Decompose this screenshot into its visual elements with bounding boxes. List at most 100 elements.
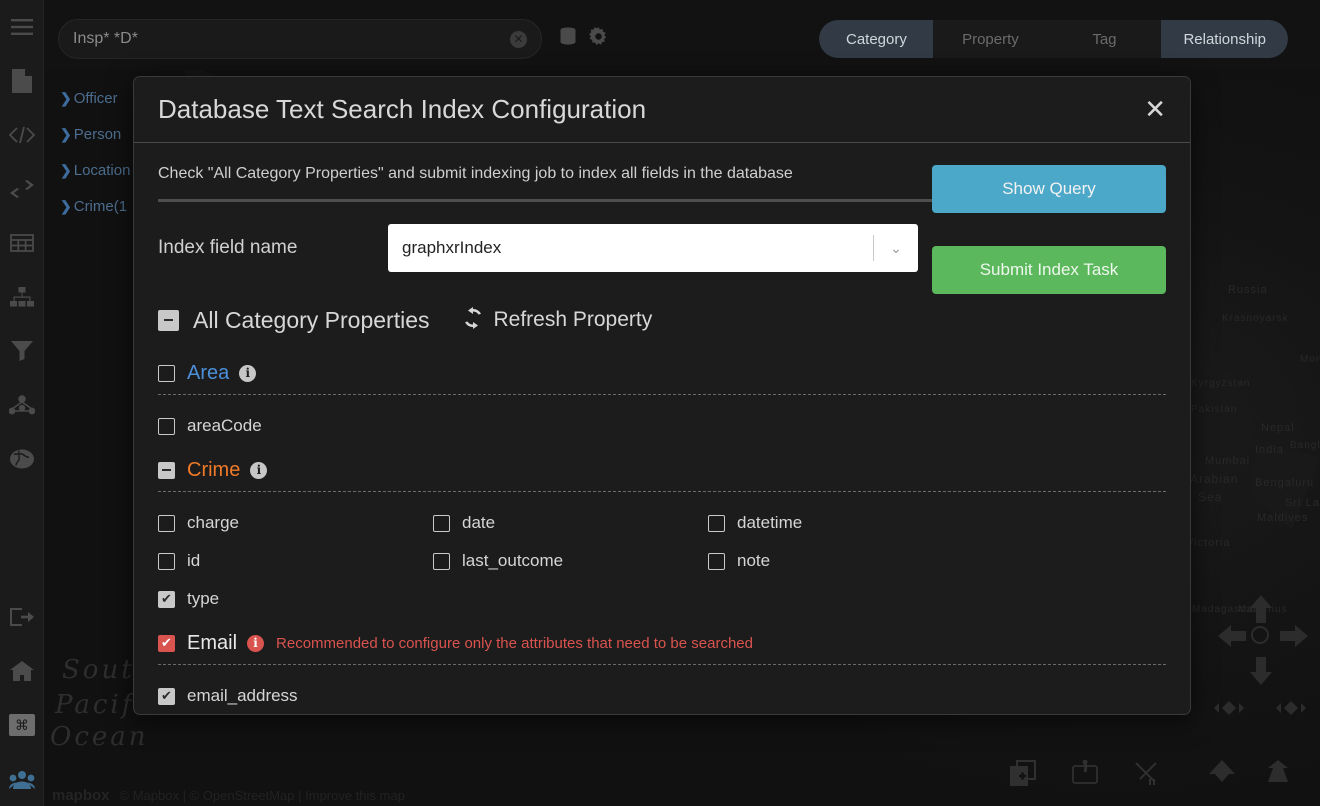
property-label: note <box>737 551 770 571</box>
property-checkbox-note[interactable] <box>708 553 725 570</box>
property-checkbox-type[interactable]: ✔ <box>158 591 175 608</box>
show-query-button[interactable]: Show Query <box>932 165 1166 213</box>
map-rotate-controls <box>1214 695 1306 726</box>
tab-relationship[interactable]: Relationship <box>1161 20 1288 58</box>
property-item[interactable]: ✔ email_address <box>158 677 433 715</box>
property-item[interactable]: datetime <box>708 504 983 542</box>
property-checkbox-email_address[interactable]: ✔ <box>158 688 175 705</box>
perspective-down-icon[interactable] <box>1205 760 1239 787</box>
property-checkbox-datetime[interactable] <box>708 515 725 532</box>
code-icon[interactable] <box>0 108 44 162</box>
home-icon[interactable] <box>0 644 44 698</box>
pan-up-arrow[interactable] <box>1250 595 1272 628</box>
property-item[interactable]: areaCode <box>158 407 433 445</box>
property-label: datetime <box>737 513 802 533</box>
rotate-left-icon[interactable] <box>1214 695 1244 726</box>
property-grid-email: ✔ email_address <box>158 665 1166 715</box>
map-label: Mongolia <box>1300 354 1320 365</box>
info-icon[interactable]: i <box>247 635 264 652</box>
property-item[interactable]: date <box>433 504 708 542</box>
refresh-property-label: Refresh Property <box>494 308 653 332</box>
map-label: Maldives <box>1257 512 1308 524</box>
map-label: Pakistan <box>1191 404 1237 415</box>
gear-icon[interactable] <box>589 27 608 51</box>
database-icon[interactable] <box>559 27 577 50</box>
index-field-select[interactable]: graphxrIndex ⌄ <box>388 224 918 272</box>
category-checkbox-email[interactable]: ✔ <box>158 635 175 652</box>
pan-right-arrow[interactable] <box>1280 625 1308 652</box>
tree-item-label: Crime(1 <box>74 198 127 215</box>
property-checkbox-charge[interactable] <box>158 515 175 532</box>
map-label: Arabian <box>1190 472 1238 486</box>
map-nav-pad <box>1218 595 1302 687</box>
draw-note-icon[interactable] <box>1072 760 1098 791</box>
tab-property[interactable]: Property <box>933 20 1047 58</box>
filter-icon[interactable] <box>0 324 44 378</box>
property-label: email_address <box>187 686 298 706</box>
hierarchy-icon[interactable] <box>0 270 44 324</box>
chevron-right-icon: ❯ <box>60 126 72 143</box>
rotate-right-icon[interactable] <box>1276 695 1306 726</box>
category-name: Crime <box>187 459 240 482</box>
table-icon[interactable] <box>0 216 44 270</box>
users-icon[interactable] <box>0 752 44 806</box>
index-configuration-dialog: Database Text Search Index Configuration… <box>133 76 1191 715</box>
property-checkbox-date[interactable] <box>433 515 450 532</box>
mapbox-logo[interactable]: mapbox <box>52 787 110 804</box>
document-icon[interactable] <box>0 54 44 108</box>
map-label: Kyrgyzstan <box>1191 378 1250 389</box>
property-grid-area: areaCode <box>158 395 1166 453</box>
property-label: last_outcome <box>462 551 563 571</box>
tab-category[interactable]: Category <box>819 20 933 58</box>
category-header-email: ✔EmailiRecommended to configure only the… <box>158 626 1166 660</box>
attribution-text[interactable]: © Mapbox | © OpenStreetMap | Improve thi… <box>120 788 405 803</box>
property-label: type <box>187 589 219 609</box>
left-rail: ⌘ <box>0 0 44 806</box>
chevron-right-icon: ❯ <box>60 162 72 179</box>
chevron-right-icon: ❯ <box>60 90 72 107</box>
property-checkbox-areaCode[interactable] <box>158 418 175 435</box>
property-item[interactable]: note <box>708 542 983 580</box>
category-header-crime: Crimei <box>158 453 1166 487</box>
command-icon[interactable]: ⌘ <box>0 698 44 752</box>
property-item[interactable]: charge <box>158 504 433 542</box>
refresh-property-button[interactable]: Refresh Property <box>462 307 653 334</box>
property-item[interactable]: last_outcome <box>433 542 708 580</box>
tab-tag[interactable]: Tag <box>1047 20 1161 58</box>
network-icon[interactable] <box>0 378 44 432</box>
map-label: Bangladesh <box>1290 440 1320 451</box>
map-attribution: mapbox © Mapbox | © OpenStreetMap | Impr… <box>52 787 405 804</box>
property-item[interactable]: id <box>158 542 433 580</box>
app-root: SouthPacificOceanRussiaKrasnoyarskMongol… <box>0 0 1320 806</box>
add-layer-icon[interactable] <box>1010 760 1036 791</box>
info-icon[interactable]: i <box>239 365 256 382</box>
map-label: Sea <box>1198 490 1222 504</box>
perspective-up-icon[interactable] <box>1261 760 1295 787</box>
hamburger-menu-icon[interactable] <box>0 0 44 54</box>
globe-icon[interactable] <box>0 432 44 486</box>
search-bar[interactable]: ✕ <box>58 19 542 59</box>
property-checkbox-last_outcome[interactable] <box>433 553 450 570</box>
property-item[interactable]: ✔ type <box>158 580 433 618</box>
logout-icon[interactable] <box>0 590 44 644</box>
clear-search-icon[interactable]: ✕ <box>510 31 527 48</box>
reset-bearing-button[interactable] <box>1251 626 1269 644</box>
category-checkbox-crime[interactable] <box>158 462 175 479</box>
map-label: Nepal <box>1261 422 1295 434</box>
pan-down-arrow[interactable] <box>1250 657 1272 690</box>
index-field-label: Index field name <box>158 237 388 259</box>
chevron-down-icon[interactable]: ⌄ <box>874 240 918 257</box>
view-tabs: CategoryPropertyTagRelationship <box>819 20 1288 58</box>
all-category-properties-checkbox[interactable] <box>158 310 179 331</box>
category-checkbox-area[interactable] <box>158 365 175 382</box>
close-icon[interactable]: ✕ <box>1144 97 1166 123</box>
cut-links-icon[interactable] <box>1134 760 1160 791</box>
search-input[interactable] <box>73 30 510 48</box>
submit-index-task-button[interactable]: Submit Index Task <box>932 246 1166 294</box>
info-icon[interactable]: i <box>250 462 267 479</box>
property-label: date <box>462 513 495 533</box>
pan-left-arrow[interactable] <box>1218 625 1246 652</box>
chevron-right-icon: ❯ <box>60 198 72 215</box>
arrows-exchange-icon[interactable] <box>0 162 44 216</box>
property-checkbox-id[interactable] <box>158 553 175 570</box>
